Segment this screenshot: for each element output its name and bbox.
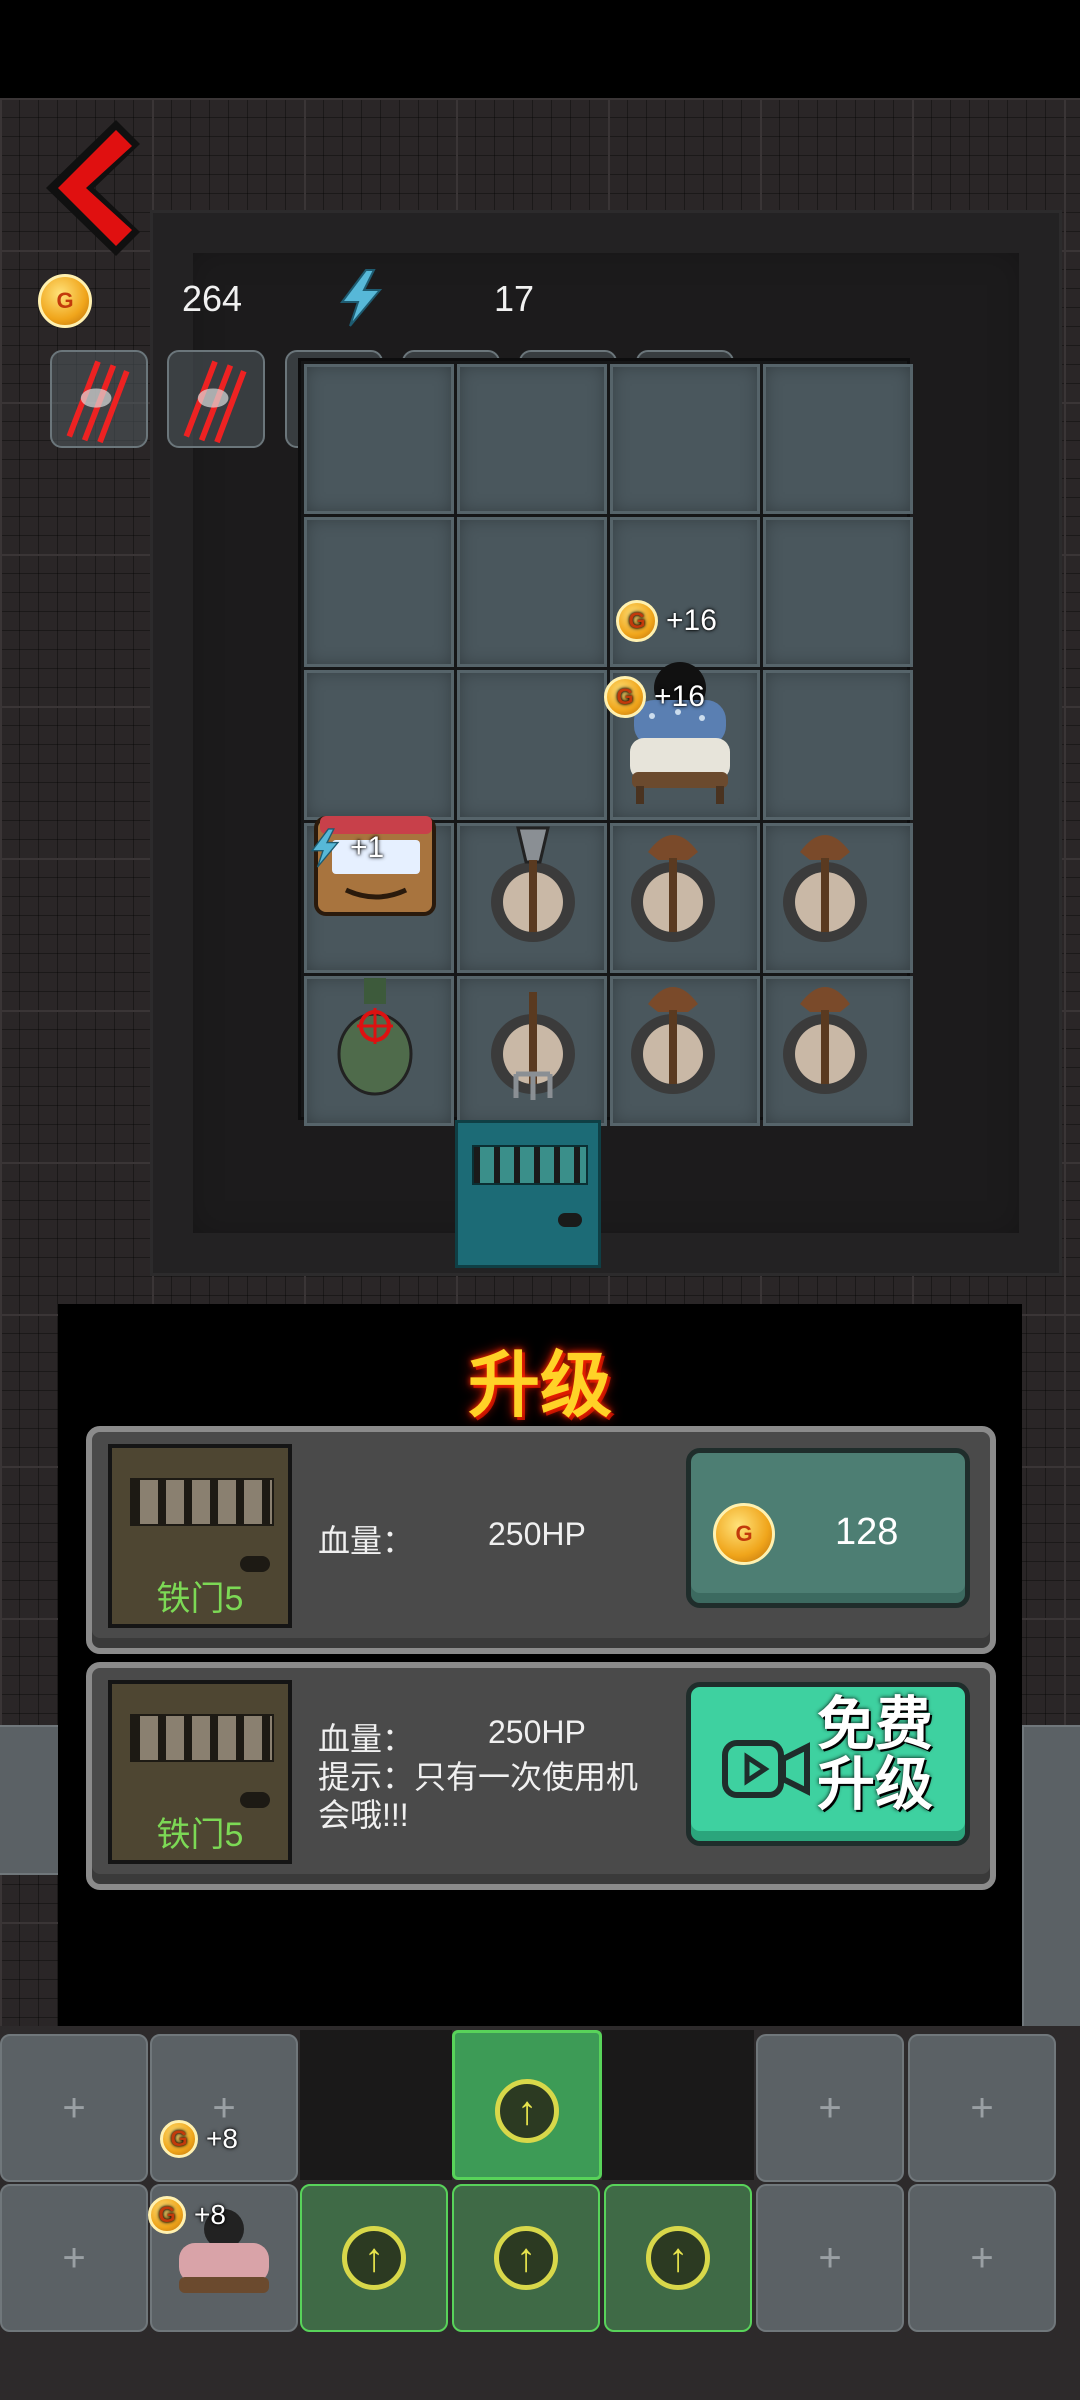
portrait-ghost-2[interactable]	[167, 350, 265, 448]
reward-text: +16	[666, 604, 717, 637]
empty-slot[interactable]: +	[756, 2184, 904, 2332]
grid-cell[interactable]	[304, 670, 454, 820]
free-upgrade-label: 免费 升级	[817, 1695, 957, 1815]
empty-slot[interactable]: +	[0, 2184, 148, 2332]
door-lock-icon	[240, 1792, 270, 1808]
gold-reward-popup: +16	[604, 676, 705, 718]
plus-icon: +	[62, 2235, 86, 2280]
upgrade-door-slot[interactable]: ↑	[452, 2030, 602, 2180]
gold-coin-icon	[713, 1503, 775, 1565]
grid-cell[interactable]	[304, 364, 454, 514]
lightning-icon	[340, 269, 383, 327]
grid-cell[interactable]	[763, 517, 913, 667]
upgrade-arrow-icon: ↑	[342, 2226, 406, 2290]
upgrade-slot[interactable]: ↑	[452, 2184, 600, 2332]
iron-door-thumbnail: 铁门5	[108, 1444, 292, 1628]
gold-upgrade-button[interactable]: 128	[686, 1448, 970, 1608]
upgrade-slot[interactable]: ↑	[604, 2184, 752, 2332]
upgrade-arrow-icon: ↑	[494, 2226, 558, 2290]
dialog-title: 升级	[467, 1346, 612, 1426]
grid-cell[interactable]	[457, 517, 607, 667]
shovel-turret-icon[interactable]	[478, 822, 588, 952]
iron-door-thumbnail: 铁门5	[108, 1680, 292, 1864]
chevron-left-icon	[46, 120, 140, 256]
empty-slot[interactable]: +	[908, 2034, 1056, 2182]
hp-value: 250HP	[488, 1516, 586, 1552]
gold-coin-icon	[616, 600, 658, 642]
upgrade-dialog: 升级 铁门5 血量： 250HP 128 铁门5 血量： 250HP 提示：只有…	[58, 1304, 1022, 2026]
grid-cell[interactable]	[457, 364, 607, 514]
reward-text: +8	[206, 2123, 238, 2154]
right-strip	[1022, 1725, 1080, 2045]
door-bars	[472, 1145, 588, 1185]
empty-slot[interactable]: +	[0, 2034, 148, 2182]
paid-upgrade-card: 铁门5 血量： 250HP 128	[86, 1426, 996, 1654]
video-camera-icon	[722, 1740, 810, 1798]
energy-reward-popup: +1	[308, 824, 384, 872]
free-upgrade-card: 铁门5 血量： 250HP 提示：只有一次使用机 会哦!!! 免费 升级	[86, 1662, 996, 1890]
broom-turret-icon[interactable]	[770, 822, 880, 952]
plus-icon: +	[970, 2235, 994, 2280]
free-upgrade-label-line1: 免费	[817, 1692, 934, 1757]
broom-turret-icon[interactable]	[618, 822, 728, 952]
door-lock-icon	[558, 1213, 582, 1227]
portrait-ghost-1[interactable]	[50, 350, 148, 448]
reward-text: +1	[350, 831, 385, 864]
back-button[interactable]	[36, 118, 146, 258]
grid-cell[interactable]	[610, 517, 760, 667]
gold-coin-icon	[160, 2120, 198, 2158]
item-name: 铁门5	[156, 1816, 244, 1854]
grid-cell[interactable]	[457, 670, 607, 820]
energy-amount: 17	[494, 278, 535, 319]
dark-pit	[300, 2030, 452, 2180]
claw-mark-icon	[66, 360, 130, 444]
grid-cell[interactable]	[610, 364, 760, 514]
door-bars-icon	[130, 1478, 274, 1526]
room-door[interactable]	[455, 1120, 601, 1268]
hp-value: 250HP	[488, 1714, 586, 1750]
plus-icon: +	[818, 2235, 842, 2280]
upgrade-arrow-icon: ↑	[495, 2079, 559, 2143]
dark-pit	[602, 2030, 754, 2180]
gold-coin-icon	[604, 676, 646, 718]
empty-slot[interactable]: +	[150, 2034, 298, 2182]
hint-text-line2: 会哦!!!	[318, 1797, 409, 1833]
status-bar	[0, 0, 1080, 98]
item-name: 铁门5	[156, 1580, 244, 1618]
door-lock-icon	[240, 1556, 270, 1572]
reward-text: +16	[654, 680, 705, 713]
pitchfork-turret-icon[interactable]	[478, 974, 588, 1104]
upgrade-slot[interactable]: ↑	[300, 2184, 448, 2332]
reward-text: +8	[194, 2199, 226, 2230]
upgrade-cost: 128	[835, 1511, 899, 1553]
empty-slot[interactable]: +	[908, 2184, 1056, 2332]
hp-label: 血量：	[318, 1523, 415, 1559]
gold-reward-popup: +8	[160, 2120, 238, 2158]
gold-reward-popup: +8	[148, 2196, 226, 2234]
gold-reward-popup: +16	[616, 600, 717, 642]
broom-turret-icon[interactable]	[618, 974, 728, 1104]
door-bars-icon	[130, 1714, 274, 1762]
bottle-turret-icon[interactable]	[320, 974, 430, 1104]
grid-cell[interactable]	[304, 517, 454, 667]
claw-mark-icon	[183, 360, 247, 444]
side-panel	[0, 1725, 60, 1875]
gold-amount: 264	[182, 278, 243, 319]
gold-coin-icon	[148, 2196, 186, 2234]
grid-cell[interactable]	[763, 670, 913, 820]
empty-slot[interactable]: +	[756, 2034, 904, 2182]
free-upgrade-button[interactable]: 免费 升级	[686, 1682, 970, 1846]
plus-icon: +	[62, 2085, 86, 2130]
gold-coin-icon	[38, 274, 92, 328]
plus-icon: +	[970, 2085, 994, 2130]
upgrade-arrow-icon: ↑	[646, 2226, 710, 2290]
grid-cell[interactable]	[763, 364, 913, 514]
plus-icon: +	[818, 2085, 842, 2130]
lightning-icon	[310, 828, 340, 868]
broom-turret-icon[interactable]	[770, 974, 880, 1104]
bottom-grid: + + ↑ + + + ↑ ↑ ↑ + + +8 +8	[0, 2026, 1080, 2400]
free-upgrade-label-line2: 升级	[817, 1752, 934, 1817]
